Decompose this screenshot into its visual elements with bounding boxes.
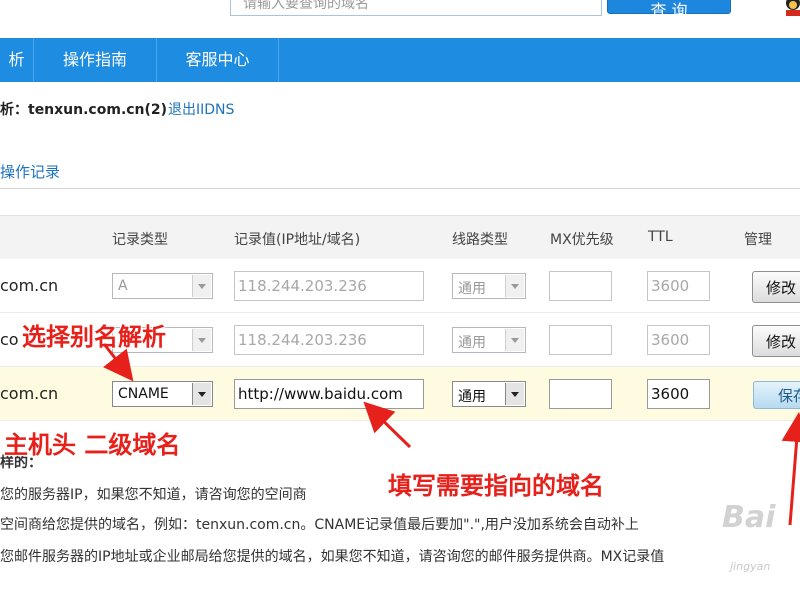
line-type-select[interactable]: 通用 (452, 381, 526, 407)
chevron-down-icon (192, 329, 211, 351)
chevron-down-icon (505, 275, 524, 297)
domain-breadcrumb: 析：tenxun.com.cn(2) (0, 102, 168, 118)
line-type-value: 通用 (458, 389, 486, 405)
watermark-sub: jingyan (730, 560, 771, 573)
host-cell: com.cn (0, 384, 59, 403)
nav-item-guide[interactable]: 操作指南 (34, 38, 157, 82)
search-button[interactable]: 查 询 (607, 0, 731, 20)
operation-records-link[interactable]: 操作记录 (0, 161, 60, 182)
annotation-select-alias: 选择别名解析 (22, 323, 166, 351)
record-type-select[interactable]: CNAME (112, 381, 213, 407)
chevron-down-icon (192, 383, 211, 405)
main-nav: 析 操作指南 客服中心 (0, 38, 800, 82)
line-type-value: 通用 (458, 281, 486, 297)
help-line: 空间商给您提供的域名，例如：tenxun.com.cn。CNAME记录值最后要加… (0, 517, 639, 533)
save-button[interactable]: 保存 (753, 381, 800, 409)
host-cell: com.cn (0, 276, 59, 295)
annotation-host-label: 主机头 二级域名 (4, 431, 181, 459)
table-row-editing: com.cn CNAME http://www.baidu.com 通用 360… (0, 367, 800, 421)
host-cell: co (0, 330, 19, 349)
edit-button[interactable]: 修改 (752, 325, 800, 357)
section-divider (0, 188, 800, 189)
records-table-header: 记录类型 记录值(IP地址/域名) 线路类型 MX优先级 TTL 管理 (0, 215, 800, 259)
user-avatar-icon[interactable] (782, 0, 800, 18)
record-type-select[interactable]: A (112, 273, 213, 299)
ttl-input[interactable]: 3600 (647, 379, 710, 409)
record-value-input[interactable]: http://www.baidu.com (234, 379, 424, 409)
header-record-value: 记录值(IP地址/域名) (234, 232, 361, 248)
domain-search-input[interactable]: 请输入要查询的域名 (230, 0, 602, 16)
table-row: com.cn A 118.244.203.236 通用 3600 修改 (0, 259, 800, 313)
top-search-bar: 请输入要查询的域名 查 询 (0, 0, 800, 38)
nav-item-support[interactable]: 客服中心 (157, 38, 279, 82)
annotation-fill-domain: 填写需要指向的域名 (388, 472, 604, 500)
ttl-input[interactable]: 3600 (647, 325, 710, 355)
header-record-type: 记录类型 (112, 232, 168, 248)
mx-priority-input[interactable] (549, 379, 612, 409)
edit-button[interactable]: 修改 (752, 271, 800, 303)
ttl-input[interactable]: 3600 (647, 271, 710, 301)
record-type-value: CNAME (118, 386, 169, 402)
chevron-down-icon (505, 329, 524, 351)
header-mx-priority: MX优先级 (550, 232, 614, 248)
logout-link[interactable]: 退出IIDNS (168, 99, 234, 119)
nav-item-resolve[interactable]: 析 (0, 38, 34, 82)
header-line-type: 线路类型 (452, 232, 508, 248)
mx-priority-input[interactable] (549, 271, 612, 301)
chevron-down-icon (505, 383, 524, 405)
record-value-input[interactable]: 118.244.203.236 (234, 271, 424, 301)
header-manage: 管理 (744, 232, 772, 248)
chevron-down-icon (192, 275, 211, 297)
line-type-value: 通用 (458, 335, 486, 351)
line-type-select[interactable]: 通用 (452, 327, 526, 353)
mx-priority-input[interactable] (549, 325, 612, 355)
record-type-value: A (118, 278, 128, 294)
header-ttl: TTL (648, 229, 673, 245)
record-value-input[interactable]: 118.244.203.236 (234, 325, 424, 355)
help-line: 您的服务器IP，如果您不知道，请咨询您的空间商 (0, 487, 307, 503)
help-line: 您邮件服务器的IP地址或企业邮局给您提供的域名，如果您不知道，请咨询您的邮件服务… (0, 549, 665, 565)
line-type-select[interactable]: 通用 (452, 273, 526, 299)
